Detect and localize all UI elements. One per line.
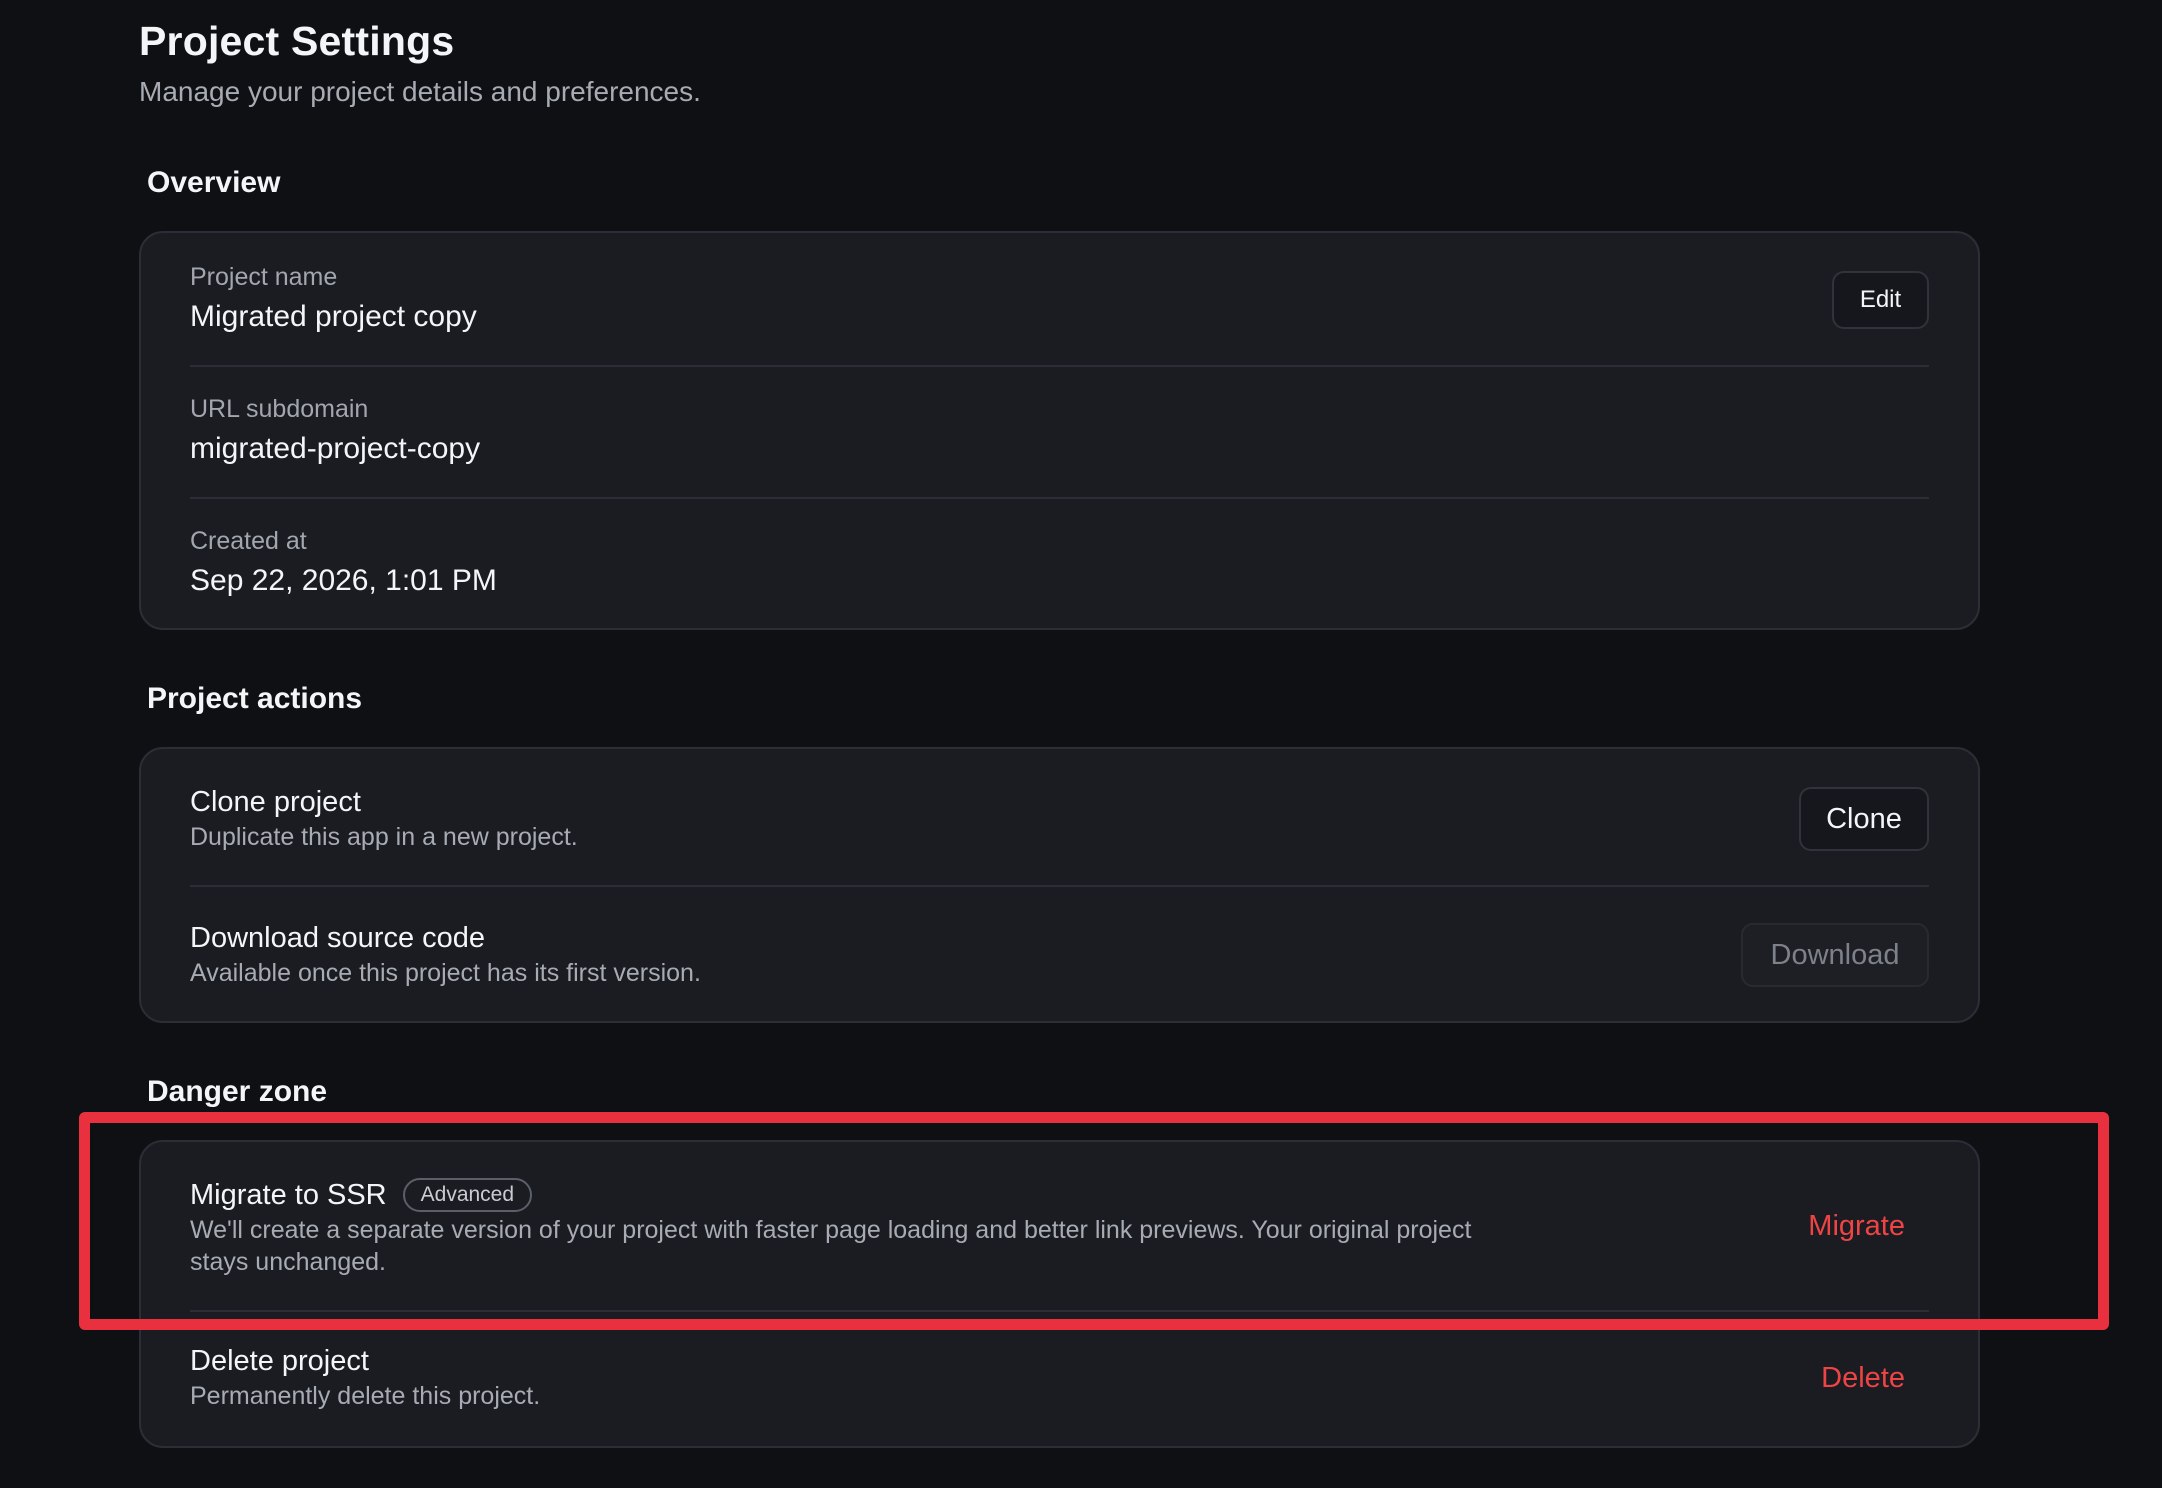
overview-card: Project name Migrated project copy Edit … (139, 231, 1980, 630)
project-actions-section-title: Project actions (147, 682, 363, 715)
highlight-annotation-box (79, 1112, 2109, 1330)
page-subtitle: Manage your project details and preferen… (139, 76, 701, 107)
divider (190, 497, 1929, 499)
project-settings-page: Project Settings Manage your project det… (0, 0, 2162, 1488)
delete-project-row: Delete project Permanently delete this p… (190, 1342, 1929, 1412)
overview-section-title: Overview (147, 166, 281, 199)
download-source-description: Available once this project has its firs… (190, 959, 701, 987)
project-name-label: Project name (190, 263, 338, 291)
download-source-title: Download source code (190, 922, 486, 954)
created-at-value: Sep 22, 2026, 1:01 PM (190, 564, 497, 597)
clone-project-description: Duplicate this app in a new project. (190, 823, 578, 851)
download-button[interactable]: Download (1741, 923, 1929, 987)
clone-button[interactable]: Clone (1799, 787, 1929, 851)
project-name-value: Migrated project copy (190, 300, 477, 333)
clone-project-row: Clone project Duplicate this app in a ne… (190, 783, 1929, 853)
edit-button[interactable]: Edit (1832, 271, 1929, 329)
created-at-label: Created at (190, 527, 307, 555)
delete-project-description: Permanently delete this project. (190, 1382, 541, 1410)
url-subdomain-value: migrated-project-copy (190, 432, 481, 465)
project-name-row: Project name Migrated project copy (190, 261, 1929, 337)
delete-button[interactable]: Delete (1821, 1362, 1905, 1395)
project-actions-card: Clone project Duplicate this app in a ne… (139, 747, 1980, 1023)
created-at-row: Created at Sep 22, 2026, 1:01 PM (190, 525, 1929, 601)
url-subdomain-row: URL subdomain migrated-project-copy (190, 393, 1929, 469)
clone-project-title: Clone project (190, 786, 361, 818)
delete-project-title: Delete project (190, 1345, 369, 1377)
divider (190, 885, 1929, 887)
download-source-row: Download source code Available once this… (190, 919, 1929, 989)
page-title: Project Settings (139, 18, 455, 64)
divider (190, 365, 1929, 367)
danger-zone-section-title: Danger zone (147, 1075, 328, 1108)
url-subdomain-label: URL subdomain (190, 395, 369, 423)
